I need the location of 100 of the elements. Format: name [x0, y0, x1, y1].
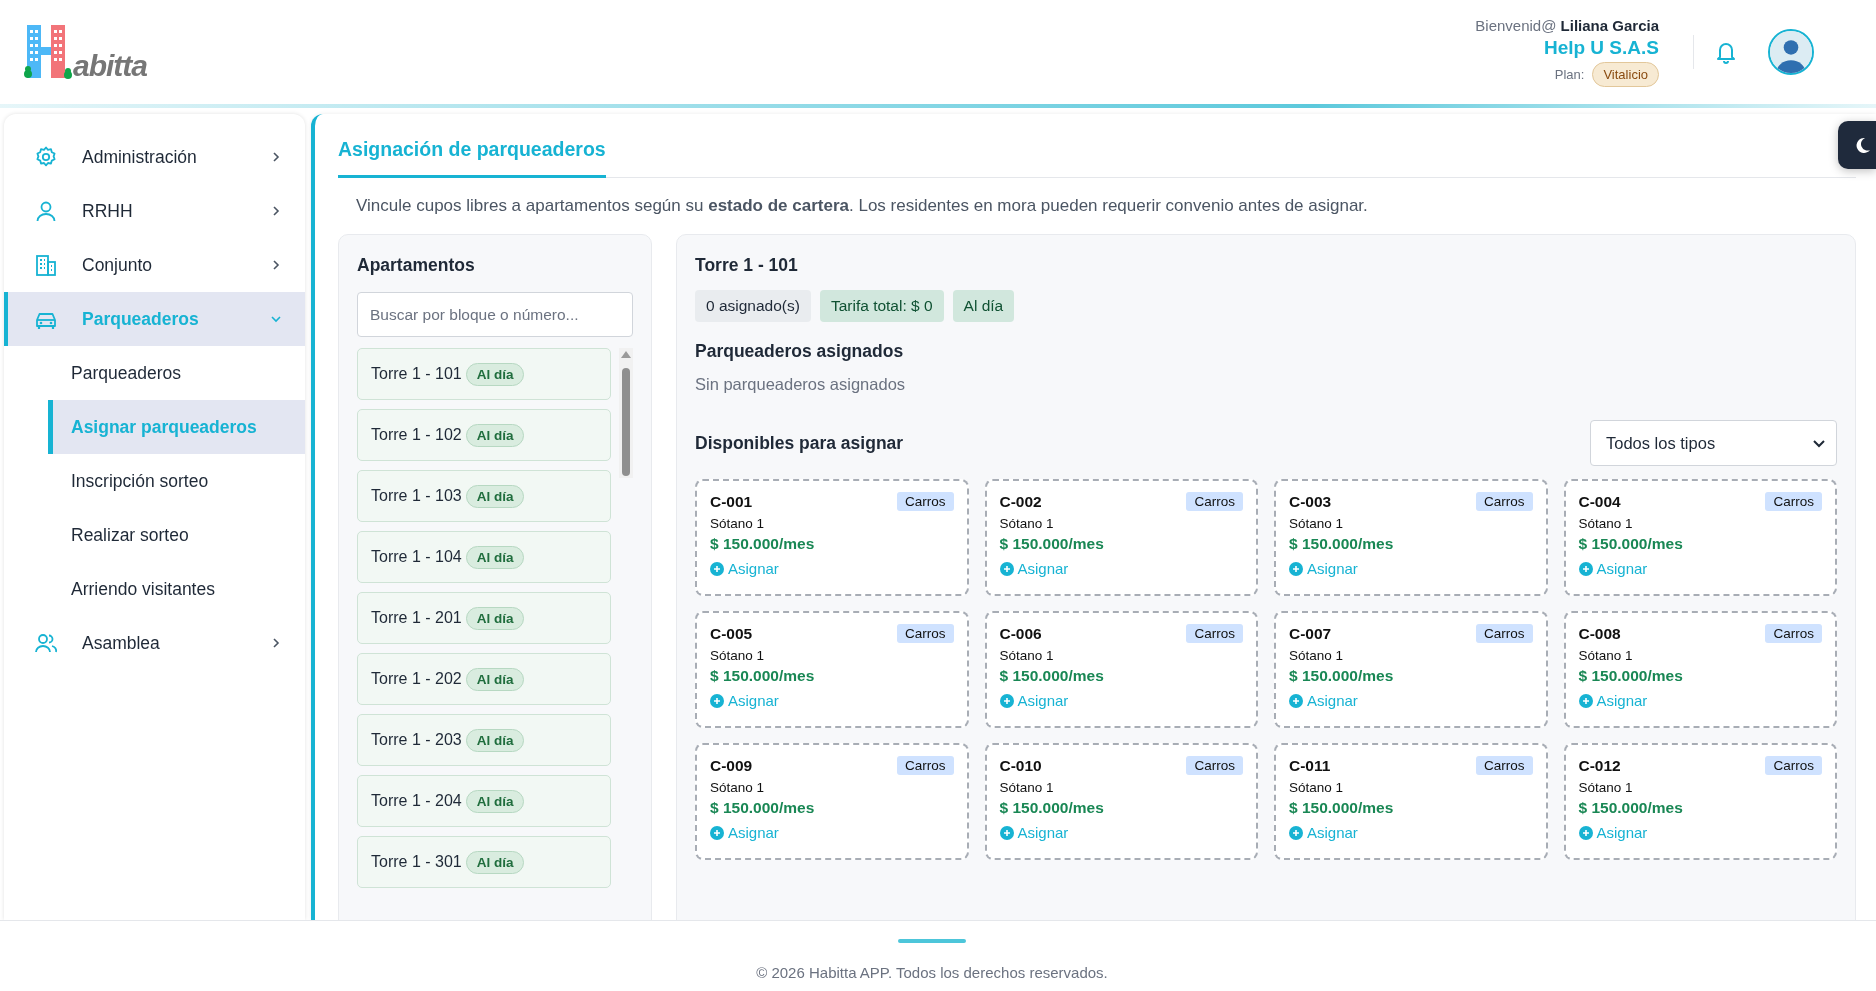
search-field[interactable]: Buscar por bloque o número...	[357, 292, 633, 337]
spot-code: C-009	[710, 756, 753, 775]
type-badge: Carros	[1476, 492, 1533, 511]
spot-price: $ 150.000/mes	[1289, 667, 1395, 685]
company-name: Help U S.A.S	[1543, 37, 1659, 59]
status-badge: Al día	[465, 484, 525, 508]
plus-circle-icon	[710, 825, 724, 840]
sidebar-subitem[interactable]: Inscripción sorteo	[48, 454, 305, 508]
apartment-name: Torre 1 - 101	[371, 365, 462, 383]
apartment-item[interactable]: Torre 1 - 101 Al día	[357, 348, 611, 400]
logo-text: abitta	[73, 51, 147, 81]
spot-code: C-007	[1289, 624, 1332, 643]
status-badge: Al día	[465, 667, 525, 691]
sidebar-item[interactable]: RRHH	[4, 184, 305, 238]
apartment-name: Torre 1 - 203	[371, 731, 462, 749]
spot-location: Sótano 1	[999, 648, 1055, 663]
plus-circle-icon	[1289, 693, 1303, 708]
empty-message: Sin parqueaderos asignados	[695, 375, 907, 394]
spot-price: $ 150.000/mes	[999, 799, 1105, 817]
spot-code: C-001	[710, 492, 753, 511]
apartment-item[interactable]: Torre 1 - 203 Al día	[357, 714, 611, 766]
plus-circle-icon	[710, 561, 724, 576]
apartment-item[interactable]: Torre 1 - 104 Al día	[357, 531, 611, 583]
sidebar-item[interactable]: Conjunto	[4, 238, 305, 292]
type-badge: Carros	[897, 756, 954, 775]
plus-circle-icon	[1289, 561, 1303, 576]
sidebar-subitem[interactable]: Realizar sorteo	[48, 508, 305, 562]
apartment-item[interactable]: Torre 1 - 103 Al día	[357, 470, 611, 522]
spot-code: C-010	[999, 756, 1042, 775]
apartment-name: Torre 1 - 103	[371, 487, 462, 505]
people-icon	[34, 631, 58, 655]
apartment-item[interactable]: Torre 1 - 301 Al día	[357, 836, 611, 888]
type-badge: Carros	[1476, 756, 1533, 775]
spot-price: $ 150.000/mes	[1289, 799, 1395, 817]
spot-location: Sótano 1	[1578, 516, 1634, 531]
apartment-name: Torre 1 - 104	[371, 548, 462, 566]
apartment-item[interactable]: Torre 1 - 204 Al día	[357, 775, 611, 827]
status-badge: Al día	[465, 423, 525, 447]
spot-code: C-011	[1289, 756, 1331, 775]
spot-price: $ 150.000/mes	[1578, 799, 1684, 817]
spot-location: Sótano 1	[1289, 516, 1345, 531]
sidebar-item[interactable]: Administración	[4, 130, 305, 184]
status-badge: Al día	[465, 850, 525, 874]
plus-circle-icon	[1578, 561, 1593, 576]
type-badge: Carros	[1765, 756, 1822, 775]
apartment-item[interactable]: Torre 1 - 102 Al día	[357, 409, 611, 461]
avatar[interactable]	[1768, 29, 1814, 75]
plus-circle-icon	[999, 693, 1014, 708]
spot-price: $ 150.000/mes	[1578, 667, 1684, 685]
spot-price: $ 150.000/mes	[999, 535, 1105, 553]
apartment-item[interactable]: Torre 1 - 202 Al día	[357, 653, 611, 705]
sidebar-item[interactable]: Asamblea	[4, 616, 305, 670]
spot-location: Sótano 1	[1578, 780, 1634, 795]
spot-location: Sótano 1	[999, 780, 1055, 795]
spot-location: Sótano 1	[710, 516, 766, 531]
spot-code: C-008	[1578, 624, 1621, 643]
apartment-name: Torre 1 - 204	[371, 792, 462, 810]
plan-label: Plan:	[1554, 67, 1585, 82]
spot-code: C-006	[999, 624, 1042, 643]
type-badge: Carros	[1765, 624, 1822, 643]
spot-price: $ 150.000/mes	[1578, 535, 1684, 553]
type-badge: Carros	[897, 624, 954, 643]
status-badge: Al día	[465, 728, 525, 752]
apartment-item[interactable]: Torre 1 - 201 Al día	[357, 592, 611, 644]
spot-price: $ 150.000/mes	[999, 667, 1105, 685]
summary-chip: 0 asignado(s)	[695, 290, 811, 322]
type-badge: Carros	[1186, 492, 1243, 511]
section-heading: Disponibles para asignar	[695, 432, 904, 454]
page-title: Asignación de parqueaderos	[338, 132, 606, 178]
spot-code: C-012	[1578, 756, 1621, 775]
type-badge: Carros	[1186, 624, 1243, 643]
apartment-title: Torre 1 - 101	[695, 255, 799, 276]
apartment-name: Torre 1 - 301	[371, 853, 462, 871]
panel-heading: Apartamentos	[357, 255, 476, 276]
section-heading: Parqueaderos asignados	[695, 341, 905, 362]
summary-chip: Tarifa total: $ 0	[819, 290, 944, 322]
theme-toggle[interactable]	[1838, 121, 1876, 169]
spot-code: C-002	[999, 492, 1042, 511]
spot-code: C-004	[1578, 492, 1621, 511]
footer-text: © 2026 Habitta APP. Todos los derechos reservados.	[756, 964, 1108, 981]
plus-circle-icon	[1578, 693, 1593, 708]
spot-price: $ 150.000/mes	[710, 667, 816, 685]
spot-location: Sótano 1	[1289, 780, 1345, 795]
plus-circle-icon	[1289, 825, 1303, 840]
scrollbar[interactable]	[619, 348, 633, 478]
person-icon	[34, 199, 58, 223]
type-select[interactable]: Todos los tipos	[1590, 420, 1837, 466]
type-badge: Carros	[1476, 624, 1533, 643]
spot-price: $ 150.000/mes	[710, 535, 816, 553]
sidebar-subitem[interactable]: Parqueaderos	[48, 346, 305, 400]
sidebar-subitem[interactable]: Arriendo visitantes	[48, 562, 305, 616]
spot-location: Sótano 1	[710, 780, 766, 795]
status-badge: Al día	[465, 545, 525, 569]
status-badge: Al día	[465, 362, 525, 386]
gear-icon	[34, 145, 58, 169]
type-badge: Carros	[1765, 492, 1822, 511]
spot-price: $ 150.000/mes	[710, 799, 816, 817]
plus-circle-icon	[1578, 825, 1593, 840]
type-badge: Carros	[897, 492, 954, 511]
apartment-name: Torre 1 - 202	[371, 670, 462, 688]
